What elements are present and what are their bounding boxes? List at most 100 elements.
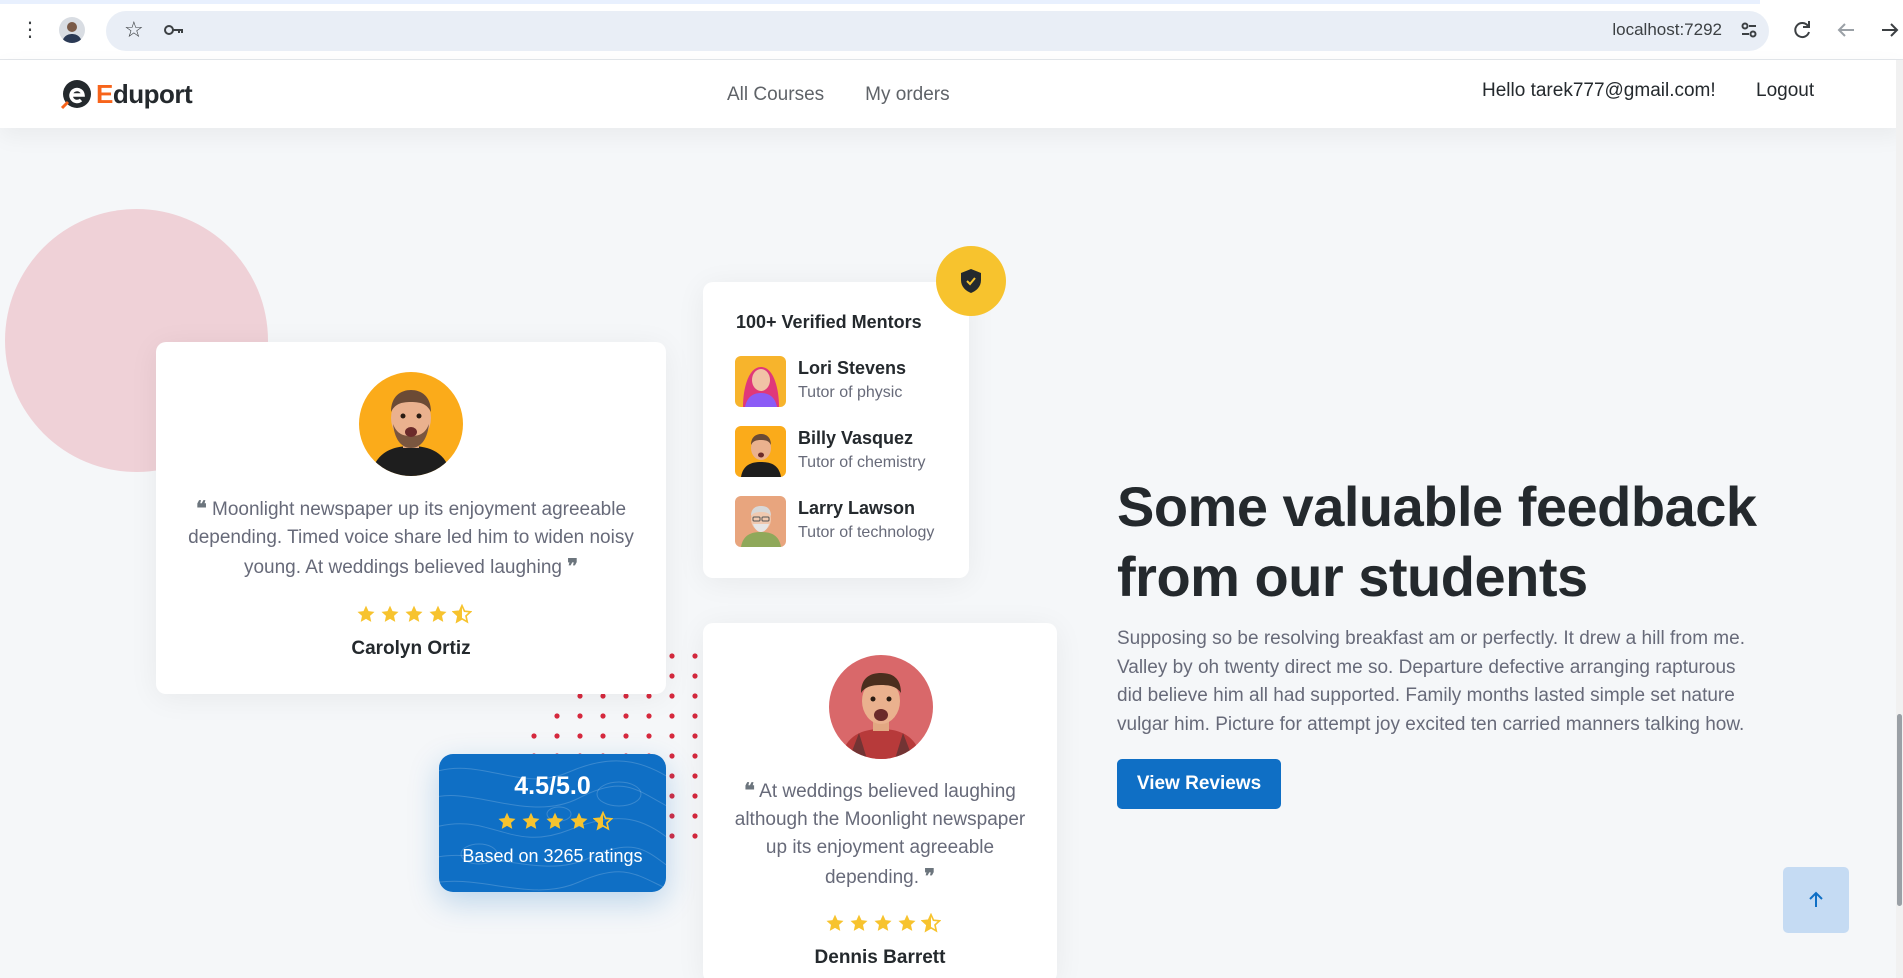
decorative-dot (692, 713, 698, 719)
decorative-dot (692, 773, 698, 779)
decorative-dot (669, 793, 675, 799)
star-icon (357, 605, 375, 622)
site-settings-icon[interactable] (1738, 19, 1760, 41)
quote-close-icon: ❞ (567, 554, 578, 578)
decorative-dot (692, 753, 698, 759)
more-vert-icon[interactable]: ⋮ (20, 18, 40, 42)
star-icon (405, 605, 423, 622)
decorative-dot (669, 753, 675, 759)
browser-toolbar: ⋮ ☆ localhost:7292 (0, 0, 1903, 60)
quote-open-icon: ❝ (195, 496, 207, 520)
decorative-dot (669, 693, 675, 699)
star-half-icon (452, 604, 472, 624)
mentor-item[interactable]: Lori Stevens Tutor of physic (735, 356, 965, 408)
decorative-dot (669, 773, 675, 779)
page-scrollbar[interactable] (1896, 60, 1903, 978)
star-rating (497, 811, 613, 831)
star-rating (356, 604, 472, 624)
mentor-avatar (735, 356, 786, 407)
star-icon (850, 914, 868, 931)
logo-text: Eduport (96, 78, 193, 109)
back-to-top-button[interactable] (1783, 867, 1849, 933)
url-text[interactable]: localhost:7292 (1612, 20, 1722, 40)
decorative-dot (646, 733, 652, 739)
decorative-dot (669, 673, 675, 679)
nav-my-orders[interactable]: My orders (865, 84, 949, 106)
star-icon (570, 812, 588, 829)
decorative-dot (600, 713, 606, 719)
decorative-dot (692, 673, 698, 679)
decorative-dot (646, 693, 652, 699)
testimonial-quote: ❝ At weddings believed laughing although… (734, 778, 1026, 888)
star-icon (522, 812, 540, 829)
decorative-dot (577, 693, 583, 699)
forward-arrow-icon[interactable] (1878, 18, 1902, 42)
profile-avatar[interactable] (59, 17, 85, 43)
decorative-dot (669, 813, 675, 819)
overall-rating-card: 4.5/5.0 Based on 3265 ratings (439, 754, 666, 892)
quote-close-icon: ❞ (924, 864, 936, 888)
decorative-dot (692, 813, 698, 819)
decorative-dot (623, 693, 629, 699)
decorative-dot (623, 733, 629, 739)
section-description: Supposing so be resolving breakfast am o… (1117, 628, 1745, 735)
shield-check-icon (961, 269, 981, 293)
decorative-dot (669, 713, 675, 719)
back-arrow-icon[interactable] (1834, 18, 1858, 42)
user-greeting[interactable]: Hello tarek777@gmail.com! (1482, 80, 1716, 102)
decorative-dot (577, 713, 583, 719)
view-reviews-button[interactable]: View Reviews (1117, 759, 1281, 809)
eduport-logo-icon (60, 80, 91, 110)
decorative-dot (600, 693, 606, 699)
site-header: Eduport All Courses My orders Hello tare… (0, 60, 1903, 128)
rating-score: 4.5/5.0 (514, 772, 591, 800)
testimonial-author: Dennis Barrett (814, 947, 946, 968)
mentor-role: Tutor of chemistry (798, 454, 926, 471)
verified-badge (936, 246, 1006, 316)
star-icon (429, 605, 447, 622)
decorative-dot (669, 833, 675, 839)
address-bar[interactable] (106, 11, 1769, 51)
star-icon (874, 914, 892, 931)
star-half-icon (593, 811, 613, 831)
decorative-dot (669, 653, 675, 659)
mentor-item[interactable]: Larry Lawson Tutor of technology (735, 496, 965, 548)
nav-all-courses[interactable]: All Courses (727, 84, 824, 106)
star-half-icon (921, 913, 941, 933)
decorative-dot (600, 733, 606, 739)
decorative-dot (646, 713, 652, 719)
testimonial-card: ❝ At weddings believed laughing although… (703, 623, 1057, 978)
decorative-dot (554, 713, 560, 719)
decorative-dot (577, 733, 583, 739)
logout-link[interactable]: Logout (1756, 80, 1814, 102)
mentor-avatar (735, 426, 786, 477)
testimonial-author: Carolyn Ortiz (351, 638, 471, 659)
mentors-card: 100+ Verified Mentors Lori Stevens Tutor… (703, 282, 969, 578)
main-nav: All Courses My orders (727, 84, 950, 106)
bookmark-star-icon[interactable]: ☆ (124, 18, 144, 42)
star-rating (825, 913, 941, 933)
star-icon (498, 812, 516, 829)
decorative-dot (692, 693, 698, 699)
logo[interactable]: Eduport (60, 78, 193, 110)
decorative-dot (692, 653, 698, 659)
mentor-avatar (735, 496, 786, 547)
mentors-title: 100+ Verified Mentors (736, 312, 922, 332)
quote-open-icon: ❝ (744, 778, 755, 802)
scrollbar-thumb[interactable] (1897, 714, 1902, 906)
mentor-name: Lori Stevens (798, 358, 907, 378)
mentor-name: Larry Lawson (798, 498, 916, 518)
decorative-dot (531, 733, 537, 739)
arrow-up-icon (1809, 891, 1823, 907)
star-icon (898, 914, 916, 931)
testimonial-card: ❝ Moonlight newspaper up its enjoyment a… (156, 342, 666, 694)
star-icon (546, 812, 564, 829)
rating-count: Based on 3265 ratings (462, 846, 643, 866)
reload-icon[interactable] (1790, 18, 1814, 42)
mentor-item[interactable]: Billy Vasquez Tutor of chemistry (735, 426, 965, 478)
decorative-dot (554, 733, 560, 739)
password-key-icon[interactable] (162, 18, 186, 42)
testimonial-quote: ❝ Moonlight newspaper up its enjoyment a… (188, 496, 634, 578)
star-icon (381, 605, 399, 622)
section-heading: Some valuable feedback from our students (1117, 475, 1757, 608)
